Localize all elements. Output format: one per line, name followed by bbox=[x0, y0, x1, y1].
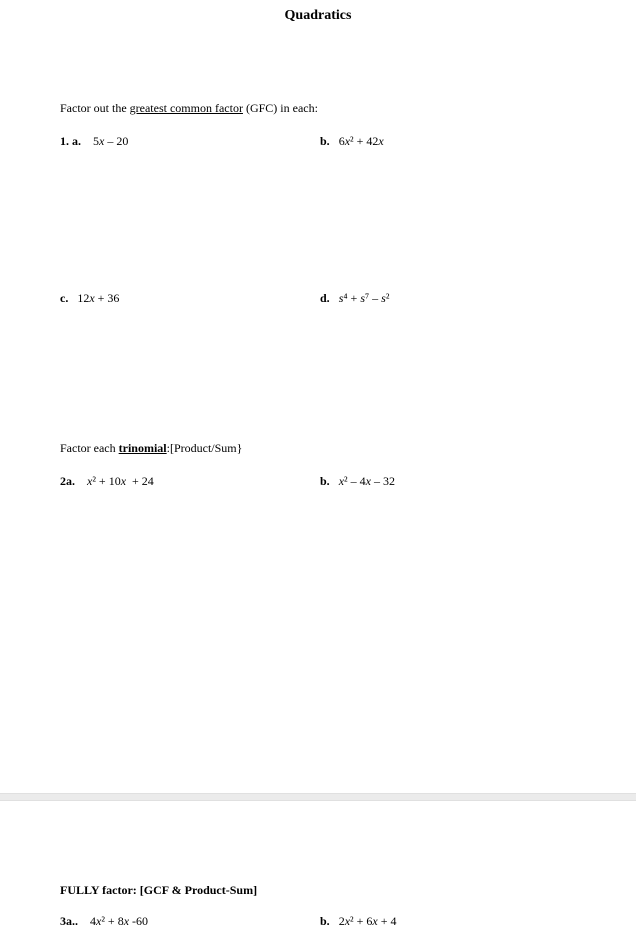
problem-label: b. bbox=[320, 134, 330, 148]
problem-expression: 12x + 36 bbox=[77, 291, 119, 305]
trinomial-instruction: Factor each trinomial:[Product/Sum} bbox=[60, 440, 576, 457]
problem-expression: 6x² + 42x bbox=[339, 134, 384, 148]
problem-label: 1. a. bbox=[60, 134, 81, 148]
page-break bbox=[0, 793, 636, 801]
section-fully-factor: FULLY factor: [GCF & Product-Sum] 3a.. 4… bbox=[60, 882, 576, 930]
page-title: Quadratics bbox=[0, 8, 636, 24]
problem-2a: 2a. x² + 10x + 24 bbox=[60, 473, 320, 490]
problem-expression: 5x – 20 bbox=[93, 134, 128, 148]
fully-factor-instruction: FULLY factor: [GCF & Product-Sum] bbox=[60, 882, 576, 899]
problem-1d: d. s⁴ + s⁷ – s² bbox=[320, 290, 576, 307]
problem-2b: b. x² – 4x – 32 bbox=[320, 473, 576, 490]
problem-label: c. bbox=[60, 291, 68, 305]
section-gcf: Factor out the greatest common factor (G… bbox=[60, 100, 576, 306]
instruction-underline: trinomial bbox=[119, 441, 167, 455]
problem-label: d. bbox=[320, 291, 330, 305]
problem-3a: 3a.. 4x² + 8x -60 bbox=[60, 913, 320, 930]
problem-1a: 1. a. 5x – 20 bbox=[60, 133, 320, 150]
problem-label: 3a.. bbox=[60, 914, 78, 928]
problem-label: 2a. bbox=[60, 474, 75, 488]
gcf-instruction: Factor out the greatest common factor (G… bbox=[60, 100, 576, 117]
problem-1c: c. 12x + 36 bbox=[60, 290, 320, 307]
instruction-underline: greatest common factor bbox=[130, 101, 243, 115]
problem-label: b. bbox=[320, 914, 330, 928]
problem-expression: s⁴ + s⁷ – s² bbox=[339, 291, 390, 305]
problem-expression: 2x² + 6x + 4 bbox=[339, 914, 397, 928]
worksheet-page: Quadratics Factor out the greatest commo… bbox=[0, 0, 636, 922]
problem-expression: x² + 10x + 24 bbox=[87, 474, 154, 488]
problem-1b: b. 6x² + 42x bbox=[320, 133, 576, 150]
instruction-text-post: (GFC) in each: bbox=[243, 101, 318, 115]
instruction-text-post: :[Product/Sum} bbox=[167, 441, 243, 455]
section-trinomial: Factor each trinomial:[Product/Sum} 2a. … bbox=[60, 440, 576, 490]
instruction-text: Factor out the bbox=[60, 101, 130, 115]
problem-3b: b. 2x² + 6x + 4 bbox=[320, 913, 576, 930]
problem-expression: x² – 4x – 32 bbox=[339, 474, 395, 488]
problem-expression: 4x² + 8x -60 bbox=[90, 914, 148, 928]
problem-label: b. bbox=[320, 474, 330, 488]
instruction-text: Factor each bbox=[60, 441, 119, 455]
